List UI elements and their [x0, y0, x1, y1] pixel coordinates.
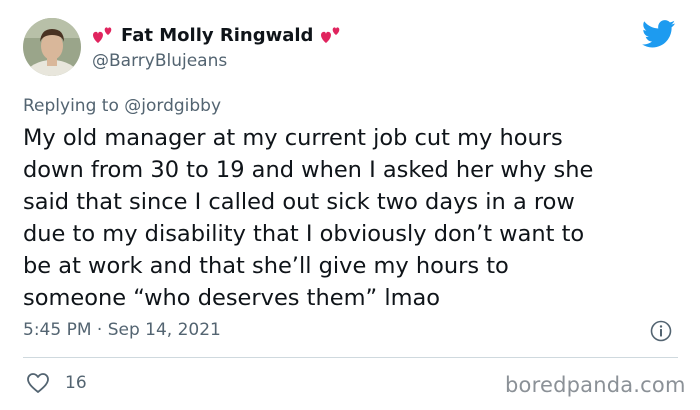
avatar[interactable] [23, 18, 81, 76]
divider [23, 357, 678, 358]
author-name-row: Fat Molly Ringwald [92, 22, 342, 48]
revolving-hearts-icon [320, 25, 342, 45]
revolving-hearts-icon [92, 25, 114, 45]
info-icon[interactable] [650, 320, 672, 342]
watermark: boredpanda.com [505, 373, 686, 397]
like-count: 16 [65, 373, 87, 393]
reply-context: Replying to @jordgibby [23, 96, 221, 116]
reply-prefix: Replying to [23, 96, 119, 116]
tweet-timestamp[interactable]: 5:45 PM · Sep 14, 2021 [23, 320, 221, 340]
display-name[interactable]: Fat Molly Ringwald [121, 25, 313, 46]
tweet-card: Fat Molly Ringwald @BarryBlujeans Replyi… [0, 0, 700, 410]
twitter-bird-icon [641, 20, 676, 48]
heart-outline-icon[interactable] [26, 372, 50, 394]
author-handle[interactable]: @BarryBlujeans [92, 51, 227, 71]
tweet-text: My old manager at my current job cut my … [23, 125, 594, 311]
reply-mention-link[interactable]: @jordgibby [124, 96, 221, 116]
